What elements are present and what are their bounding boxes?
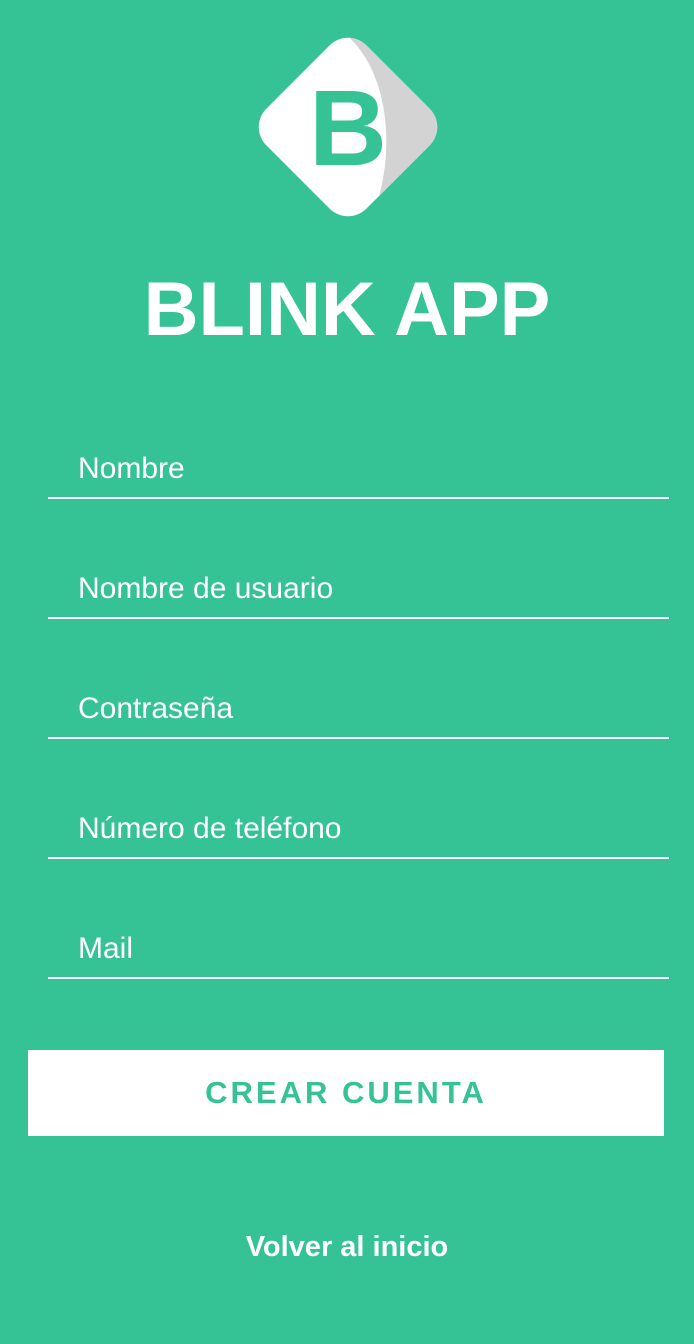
password-field[interactable]: [48, 681, 669, 739]
username-field[interactable]: [48, 561, 669, 619]
app-title: BLINK APP: [143, 267, 551, 352]
create-account-button[interactable]: CREAR CUENTA: [28, 1050, 664, 1136]
mail-field[interactable]: [48, 921, 669, 979]
back-to-home-link[interactable]: Volver al inicio: [0, 1227, 694, 1267]
username-input[interactable]: [48, 561, 669, 617]
password-input[interactable]: [48, 681, 669, 737]
signup-screen: B BLINK APP CREAR CUENTA Volver al inici…: [0, 0, 694, 1344]
blink-logo-icon: B: [248, 27, 448, 227]
logo-letter: B: [309, 67, 387, 188]
phone-field[interactable]: [48, 801, 669, 859]
name-input[interactable]: [48, 441, 669, 497]
mail-input[interactable]: [48, 921, 669, 977]
name-field[interactable]: [48, 441, 669, 499]
phone-input[interactable]: [48, 801, 669, 857]
